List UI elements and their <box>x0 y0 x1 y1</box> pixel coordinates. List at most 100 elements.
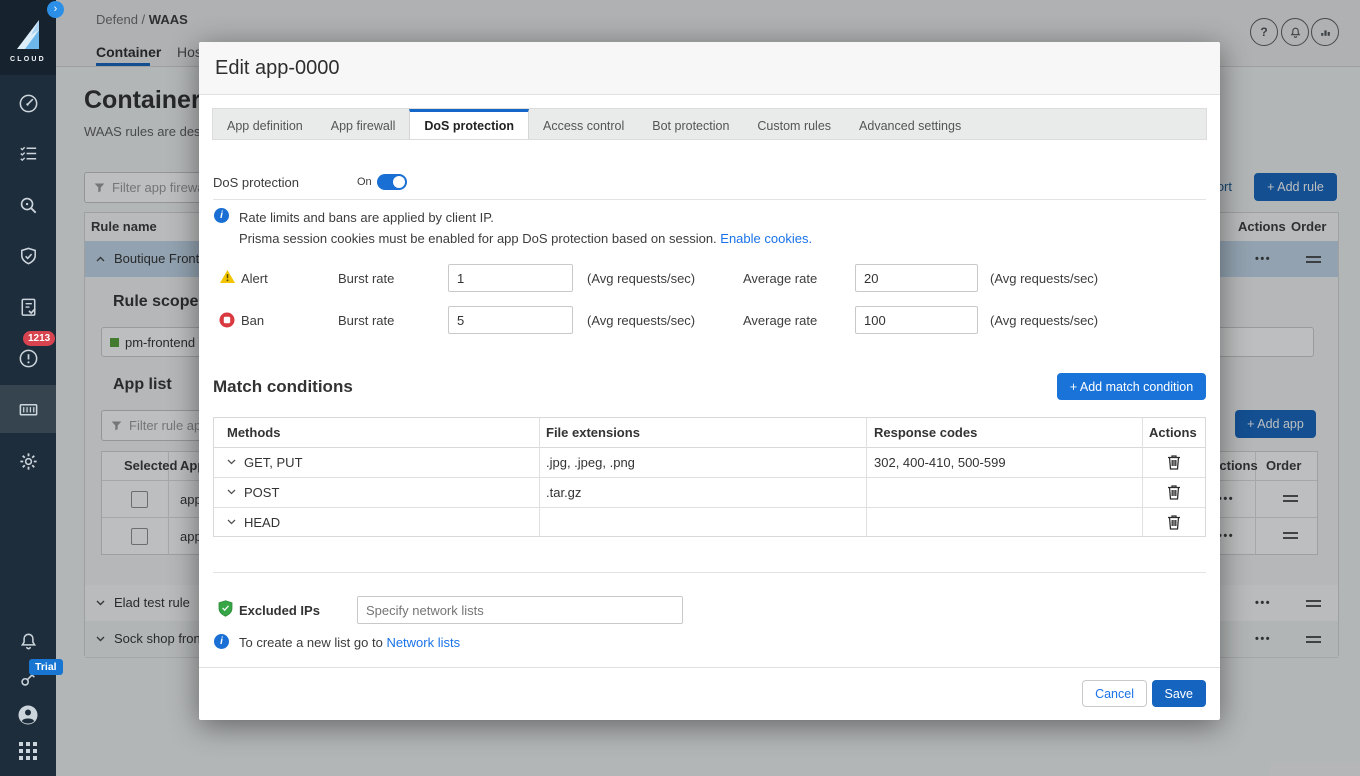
col-file-extensions: File extensions <box>546 425 640 440</box>
match-extensions: .tar.gz <box>546 485 581 500</box>
average-rate-label: Average rate <box>743 313 817 328</box>
add-match-condition-button[interactable]: + Add match condition <box>1057 373 1206 400</box>
alert-average-input[interactable] <box>855 264 978 292</box>
document-check-icon <box>17 296 40 319</box>
match-methods: POST <box>244 485 279 500</box>
modal-tabstrip: App definition App firewall DoS protecti… <box>212 108 1207 140</box>
alert-count-badge: 1213 <box>23 331 55 346</box>
bell-icon <box>17 630 40 653</box>
delete-match-row-button[interactable] <box>1167 454 1181 473</box>
divider <box>214 507 1205 508</box>
unit-label: (Avg requests/sec) <box>990 313 1098 328</box>
sidebar-item-containers[interactable] <box>0 385 56 433</box>
dos-protection-toggle[interactable] <box>377 174 407 190</box>
network-lists-link[interactable]: Network lists <box>386 635 460 650</box>
cancel-button[interactable]: Cancel <box>1082 680 1147 707</box>
dos-info-line2: Prisma session cookies must be enabled f… <box>239 231 812 246</box>
sidebar-item-defend[interactable] <box>0 232 56 280</box>
trash-icon <box>1167 454 1181 470</box>
unit-label: (Avg requests/sec) <box>990 271 1098 286</box>
save-button[interactable]: Save <box>1152 680 1207 707</box>
average-rate-label: Average rate <box>743 271 817 286</box>
match-extensions: .jpg, .jpeg, .png <box>546 455 635 470</box>
burst-rate-label: Burst rate <box>338 271 394 286</box>
ban-average-input[interactable] <box>855 306 978 334</box>
divider <box>213 199 1206 200</box>
col-response-codes: Response codes <box>874 425 977 440</box>
trial-badge: Trial <box>29 659 63 675</box>
search-icon <box>17 194 40 217</box>
trash-icon <box>1167 484 1181 500</box>
modal-header: Edit app-0000 <box>199 42 1220 95</box>
divider <box>539 418 540 536</box>
ban-burst-input[interactable] <box>448 306 573 334</box>
dos-info-line2-text: Prisma session cookies must be enabled f… <box>239 231 717 246</box>
chevron-down-icon[interactable] <box>227 489 236 495</box>
tab-dos-protection[interactable]: DoS protection <box>409 109 529 139</box>
divider <box>214 477 1205 478</box>
grid-icon <box>19 742 38 761</box>
container-icon <box>17 398 40 421</box>
divider <box>214 447 1205 448</box>
info-icon: i <box>214 208 229 223</box>
prisma-logo-icon <box>13 18 43 52</box>
sidebar-item-search[interactable] <box>0 181 56 229</box>
match-conditions-table: Methods File extensions Response codes A… <box>213 417 1206 537</box>
dos-protection-label: DoS protection <box>213 175 299 190</box>
excluded-shield-icon <box>218 600 233 617</box>
sidebar-item-dashboard[interactable] <box>0 79 56 127</box>
sidebar-item-compliance[interactable] <box>0 283 56 331</box>
alert-label: Alert <box>241 271 268 286</box>
trash-icon <box>1167 514 1181 530</box>
chevron-down-icon[interactable] <box>227 519 236 525</box>
warning-icon <box>219 269 236 284</box>
sidebar-item-app-switcher[interactable] <box>0 727 56 775</box>
excluded-ips-label: Excluded IPs <box>239 603 320 618</box>
ban-icon <box>219 312 235 328</box>
col-match-actions: Actions <box>1149 425 1197 440</box>
divider <box>866 418 867 536</box>
ban-label: Ban <box>241 313 264 328</box>
sidebar-expand-button[interactable]: › <box>47 1 64 18</box>
tab-custom-rules[interactable]: Custom rules <box>743 109 845 139</box>
sidebar-item-policies[interactable] <box>0 129 56 177</box>
burst-rate-label: Burst rate <box>338 313 394 328</box>
tab-app-definition[interactable]: App definition <box>213 109 317 139</box>
alert-burst-input[interactable] <box>448 264 573 292</box>
delete-match-row-button[interactable] <box>1167 514 1181 533</box>
prisma-cloud-app: Defend / WAAS ? Container Host Container… <box>0 0 1360 776</box>
gear-icon <box>17 450 40 473</box>
modal-footer: Cancel Save <box>199 667 1220 720</box>
tab-bot-protection[interactable]: Bot protection <box>638 109 743 139</box>
match-methods: GET, PUT <box>244 455 303 470</box>
tab-advanced-settings[interactable]: Advanced settings <box>845 109 975 139</box>
toggle-knob <box>393 176 405 188</box>
match-codes: 302, 400-410, 500-599 <box>874 455 1006 470</box>
delete-match-row-button[interactable] <box>1167 484 1181 503</box>
shield-check-icon <box>17 245 40 268</box>
checklist-icon <box>17 142 40 165</box>
chevron-down-icon[interactable] <box>227 459 236 465</box>
divider <box>1142 418 1143 536</box>
brand-name: CLOUD <box>0 56 56 63</box>
col-methods: Methods <box>227 425 280 440</box>
tab-access-control[interactable]: Access control <box>529 109 638 139</box>
match-methods: HEAD <box>244 515 280 530</box>
match-conditions-title: Match conditions <box>213 377 353 397</box>
modal-title: Edit app-0000 <box>215 42 340 94</box>
enable-cookies-link[interactable]: Enable cookies. <box>720 231 812 246</box>
unit-label: (Avg requests/sec) <box>587 271 695 286</box>
network-lists-info-text: To create a new list go to <box>239 635 383 650</box>
sidebar-item-settings[interactable] <box>0 437 56 485</box>
excluded-ips-input[interactable] <box>357 596 683 624</box>
divider <box>213 572 1206 573</box>
info-icon: i <box>214 634 229 649</box>
user-icon <box>16 703 40 727</box>
gauge-icon <box>17 92 40 115</box>
toggle-state-label: On <box>357 176 372 188</box>
network-lists-info: To create a new list go to Network lists <box>239 635 460 650</box>
alert-circle-icon <box>17 347 40 370</box>
edit-app-modal: Edit app-0000 App definition App firewal… <box>199 42 1220 720</box>
tab-app-firewall[interactable]: App firewall <box>317 109 410 139</box>
unit-label: (Avg requests/sec) <box>587 313 695 328</box>
